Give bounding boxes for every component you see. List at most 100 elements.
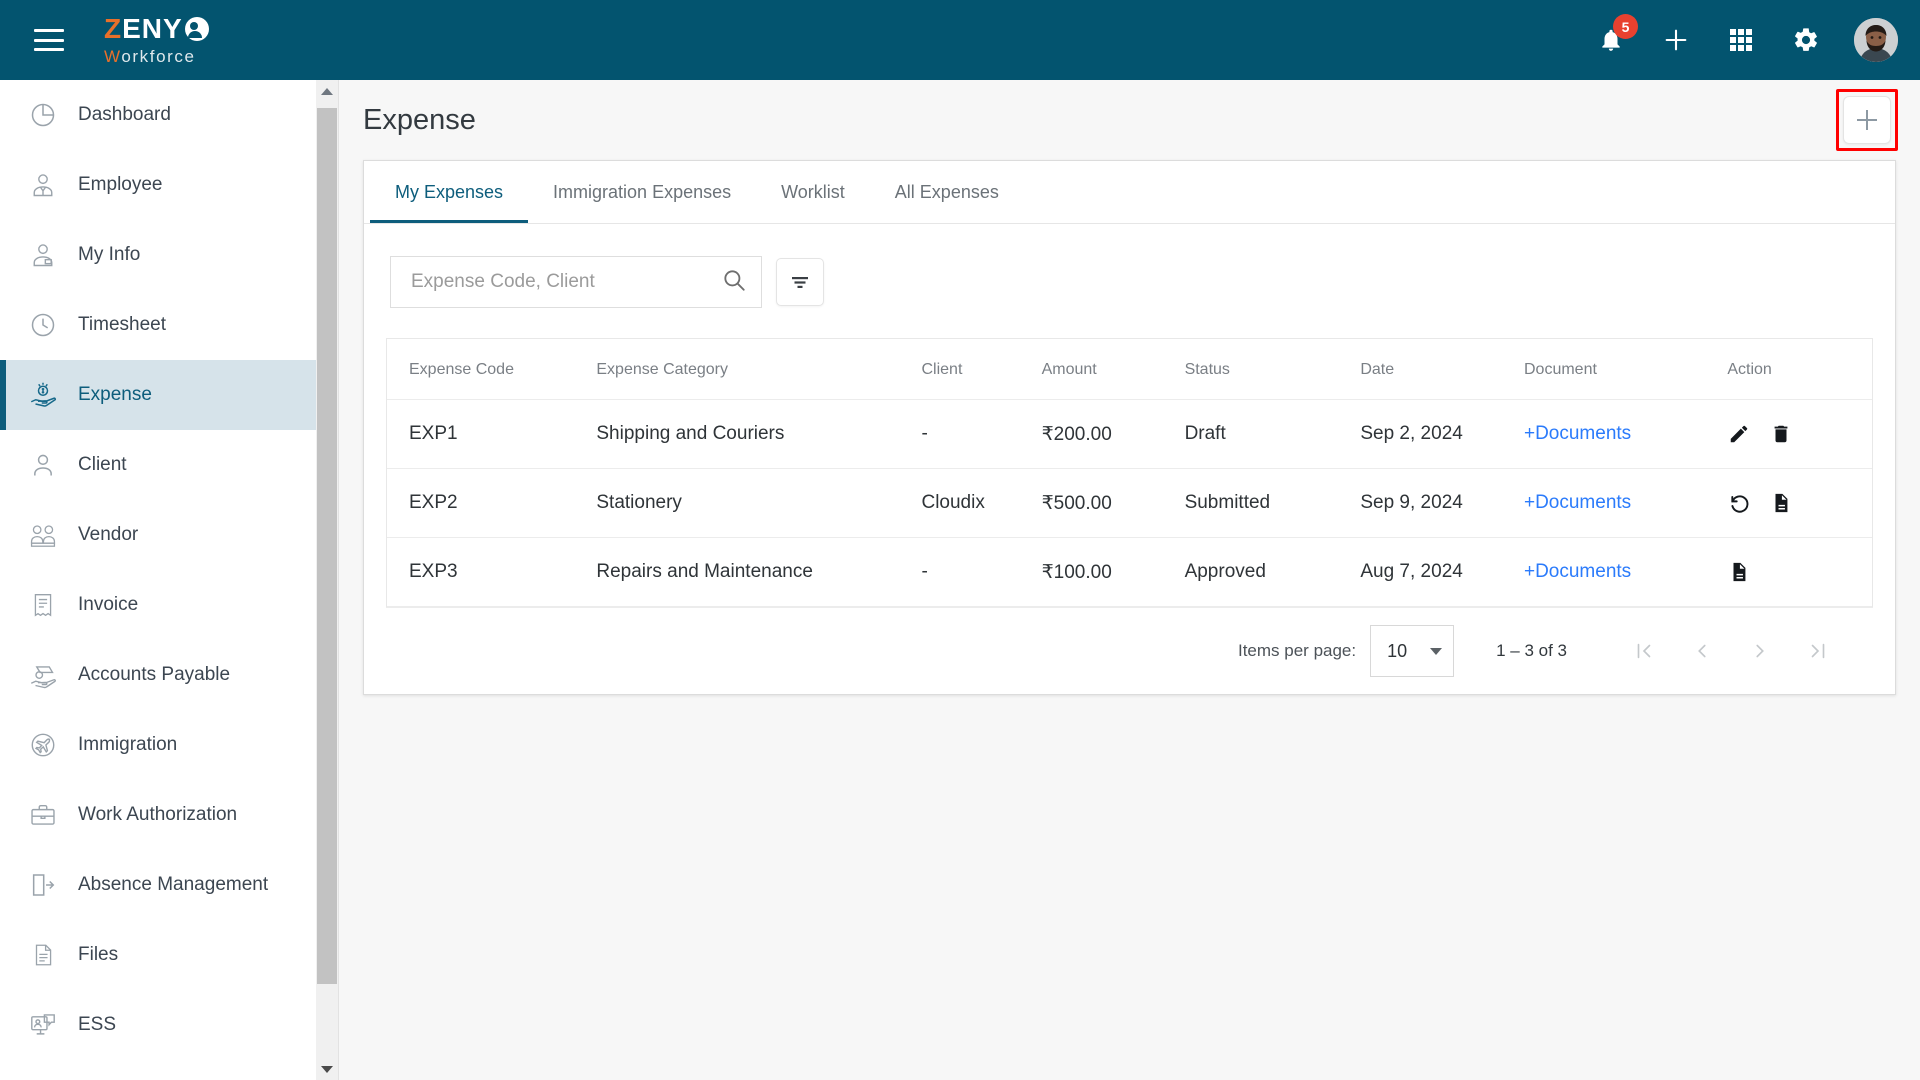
- document-stack-icon: [26, 938, 60, 972]
- top-navigation-bar: Z ENY Workforce 5: [0, 0, 1920, 80]
- sidebar-label: Files: [78, 944, 119, 965]
- sidebar-label: Timesheet: [78, 314, 166, 335]
- sidebar-item-dashboard[interactable]: Dashboard: [0, 80, 316, 150]
- search-box[interactable]: [390, 256, 762, 308]
- expense-tabs: My Expenses Immigration Expenses Worklis…: [364, 161, 1895, 224]
- sidebar-label: Employee: [78, 174, 163, 195]
- page-title: Expense: [363, 103, 476, 136]
- tab-label: Worklist: [781, 181, 845, 202]
- row-actions: [1727, 491, 1872, 515]
- first-page-icon: [1637, 643, 1651, 659]
- tab-immigration-expenses[interactable]: Immigration Expenses: [528, 161, 756, 223]
- sidebar-label: Immigration: [78, 734, 178, 755]
- sidebar-item-timesheet[interactable]: Timesheet: [0, 290, 316, 360]
- receipt-icon: [26, 588, 60, 622]
- table-row[interactable]: EXP2 Stationery Cloudix ₹500.00 Submitte…: [387, 468, 1872, 538]
- chevron-down-icon: [1430, 647, 1443, 655]
- table-row[interactable]: EXP1 Shipping and Couriers - ₹200.00 Dra…: [387, 399, 1872, 469]
- search-icon[interactable]: [721, 267, 747, 298]
- last-page-icon: [1811, 643, 1825, 659]
- cell-client: -: [921, 537, 1042, 607]
- previous-page-button[interactable]: [1673, 622, 1731, 680]
- sidebar-label: Client: [78, 454, 127, 475]
- sidebar-item-vendor[interactable]: Vendor: [0, 500, 316, 570]
- page-header: Expense: [339, 80, 1920, 160]
- notifications-button[interactable]: 5: [1594, 14, 1638, 57]
- next-page-button[interactable]: [1731, 622, 1789, 680]
- cell-status: Submitted: [1184, 468, 1361, 538]
- sidebar-item-work-authorization[interactable]: Work Authorization: [0, 780, 316, 850]
- next-page-icon: [1756, 644, 1764, 658]
- brand-word-orkforce: orkforce: [121, 47, 196, 66]
- sidebar-scrollbar[interactable]: [316, 80, 339, 1080]
- chevron-down-icon: [321, 1065, 333, 1073]
- cell-expense-code: EXP1: [387, 399, 597, 469]
- table-head: Expense Code Expense Category Client Amo…: [387, 339, 1872, 400]
- sidebar-label: Invoice: [78, 594, 139, 615]
- delete-icon[interactable]: [1769, 422, 1793, 446]
- cell-amount: ₹200.00: [1041, 399, 1185, 469]
- airplane-globe-icon: [26, 728, 60, 762]
- row-actions: [1727, 560, 1872, 584]
- document-icon[interactable]: [1769, 491, 1793, 515]
- sidebar-item-absence-management[interactable]: Absence Management: [0, 850, 316, 920]
- grid-apps-icon: [1730, 29, 1752, 51]
- hamburger-bar: [34, 38, 64, 42]
- clock-icon: [26, 308, 60, 342]
- table-paginator: Items per page: 10 1 – 3 of 3: [386, 607, 1873, 694]
- edit-icon[interactable]: [1727, 422, 1751, 446]
- scroll-up-button[interactable]: [316, 80, 338, 102]
- sidebar-item-my-info[interactable]: My Info: [0, 220, 316, 290]
- topbar-actions: 5: [1594, 14, 1898, 62]
- sidebar-item-expense[interactable]: Expense: [0, 360, 316, 430]
- brand-logo[interactable]: Z ENY Workforce: [104, 15, 209, 65]
- table-body: EXP1 Shipping and Couriers - ₹200.00 Dra…: [387, 399, 1872, 607]
- add-documents-link[interactable]: +Documents: [1524, 561, 1631, 582]
- tab-worklist[interactable]: Worklist: [756, 161, 870, 223]
- sidebar-label: Dashboard: [78, 104, 171, 125]
- column-header-action: Action: [1727, 339, 1872, 400]
- add-documents-link[interactable]: +Documents: [1524, 423, 1631, 444]
- sidebar-item-files[interactable]: Files: [0, 920, 316, 990]
- items-per-page-select[interactable]: 10: [1370, 625, 1455, 677]
- items-per-page-label: Items per page:: [1237, 641, 1357, 660]
- person-icon: [26, 448, 60, 482]
- gear-icon: [1795, 28, 1817, 51]
- last-page-button[interactable]: [1789, 622, 1847, 680]
- scroll-down-button[interactable]: [316, 1058, 338, 1080]
- table-row[interactable]: EXP3 Repairs and Maintenance - ₹100.00 A…: [387, 537, 1872, 607]
- avatar-photo: [1854, 18, 1898, 62]
- page-range-label: 1 – 3 of 3: [1496, 641, 1567, 660]
- tab-label: Immigration Expenses: [553, 181, 732, 202]
- user-avatar[interactable]: [1854, 18, 1898, 62]
- cell-status: Draft: [1184, 399, 1361, 469]
- tab-all-expenses[interactable]: All Expenses: [870, 161, 1024, 223]
- cell-date: Sep 2, 2024: [1360, 399, 1524, 469]
- sidebar-item-immigration[interactable]: Immigration: [0, 710, 316, 780]
- tab-my-expenses[interactable]: My Expenses: [370, 161, 529, 223]
- quick-add-button[interactable]: [1659, 23, 1693, 57]
- column-header-document: Document: [1523, 339, 1728, 400]
- first-page-button[interactable]: [1615, 622, 1673, 680]
- sidebar-item-client[interactable]: Client: [0, 430, 316, 500]
- scrollbar-thumb[interactable]: [317, 108, 337, 984]
- cell-expense-code: EXP3: [387, 537, 597, 607]
- apps-grid-button[interactable]: [1724, 23, 1758, 57]
- filter-button[interactable]: [776, 258, 824, 306]
- sidebar-label: Work Authorization: [78, 804, 238, 825]
- sidebar-item-accounts-payable[interactable]: Accounts Payable: [0, 640, 316, 710]
- door-exit-icon: [26, 868, 60, 902]
- add-documents-link[interactable]: +Documents: [1524, 492, 1631, 513]
- cell-date: Aug 7, 2024: [1360, 537, 1524, 607]
- sidebar-item-ess[interactable]: ESS: [0, 990, 316, 1060]
- add-expense-button[interactable]: [1843, 96, 1891, 144]
- sidebar-item-employee[interactable]: Employee: [0, 150, 316, 220]
- settings-button[interactable]: [1789, 23, 1823, 57]
- sidebar-label: My Info: [78, 244, 141, 265]
- sidebar-item-invoice[interactable]: Invoice: [0, 570, 316, 640]
- cell-expense-category: Stationery: [596, 468, 922, 538]
- document-icon[interactable]: [1727, 560, 1751, 584]
- search-input[interactable]: [409, 270, 721, 294]
- undo-icon[interactable]: [1727, 491, 1751, 515]
- hamburger-menu-icon[interactable]: [34, 29, 64, 51]
